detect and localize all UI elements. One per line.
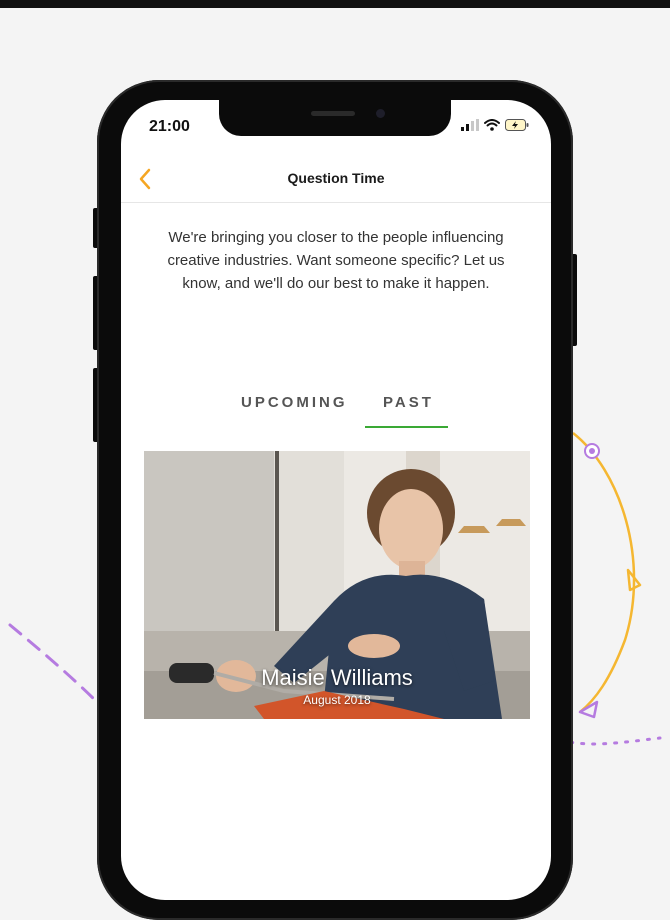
wifi-icon <box>484 119 500 131</box>
session-date: August 2018 <box>303 693 371 707</box>
tab-bar: UPCOMING PAST <box>121 390 551 430</box>
past-session-card[interactable]: Maisie Williams August 2018 <box>144 451 530 719</box>
cellular-signal-icon <box>461 119 479 131</box>
status-time: 21:00 <box>149 118 190 135</box>
tab-upcoming[interactable]: UPCOMING <box>241 394 348 411</box>
status-icons <box>461 119 529 131</box>
phone-screen: 21:00 Question Time We're bringing you c… <box>121 100 551 900</box>
battery-charging-icon <box>505 119 529 131</box>
navigation-bar: Question Time <box>121 158 551 203</box>
notch-camera <box>376 109 385 118</box>
notch-speaker <box>311 111 355 116</box>
intro-text: We're bringing you closer to the people … <box>167 229 505 292</box>
phone-notch <box>219 100 451 136</box>
page-title: Question Time <box>287 170 385 186</box>
tab-active-indicator <box>365 426 448 428</box>
session-person-name: Maisie Williams <box>261 665 413 690</box>
tab-past[interactable]: PAST <box>383 394 434 411</box>
